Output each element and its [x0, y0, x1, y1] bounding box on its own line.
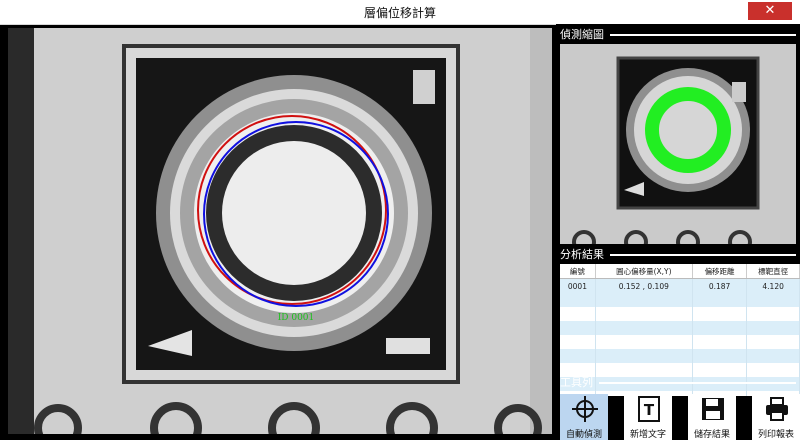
- table-row[interactable]: 0001 0.152 , 0.109 0.187 4.120: [560, 278, 800, 293]
- column-header-offset: 圓心偏移量(X,Y): [595, 264, 693, 279]
- thumbnail-section-header: 偵測縮圖: [560, 28, 796, 42]
- inspection-image: ID 0001: [8, 28, 552, 434]
- add-text-label: 新增文字: [629, 430, 666, 440]
- side-panel: 偵測縮圖 分析結果 編號 圓心偏移量(X,Y) 偏移距離 標靶直徑 0001 0…: [556, 24, 800, 440]
- column-header-diameter: 標靶直徑: [746, 264, 800, 279]
- toolbar-section-header: 工具列: [560, 376, 796, 390]
- table-row-empty: [560, 321, 800, 335]
- table-row-empty: [560, 335, 800, 349]
- toolbar-header-label: 工具列: [560, 376, 593, 389]
- cell-distance: 0.187: [692, 278, 748, 293]
- column-header-id: 編號: [560, 264, 596, 279]
- table-row-empty: [560, 363, 800, 377]
- auto-detect-button[interactable]: 自動偵測: [560, 394, 608, 440]
- cell-diameter: 4.120: [746, 278, 800, 293]
- detection-thumbnail: [560, 44, 796, 244]
- table-row-empty: [560, 307, 800, 321]
- printer-icon: [766, 397, 788, 421]
- print-report-button[interactable]: 列印報表: [752, 394, 800, 440]
- cell-offset: 0.152 , 0.109: [595, 278, 693, 293]
- results-header-label: 分析結果: [560, 248, 604, 261]
- auto-detect-label: 自動偵測: [565, 430, 602, 440]
- table-row-empty: [560, 293, 800, 307]
- window-title: 層偏位移計算: [363, 6, 436, 20]
- table-row-empty: [560, 349, 800, 363]
- thumbnail-header-label: 偵測縮圖: [560, 28, 604, 41]
- save-results-label: 儲存結果: [693, 430, 730, 440]
- save-results-button[interactable]: 儲存結果: [688, 394, 736, 440]
- column-header-distance: 偏移距離: [692, 264, 748, 279]
- title-bar: 層偏位移計算 ✕: [0, 0, 800, 25]
- inspection-image-view[interactable]: ID 0001: [8, 28, 552, 434]
- floppy-disk-icon: [702, 398, 724, 420]
- add-text-button[interactable]: T 新增文字: [624, 394, 672, 440]
- target-id-label: ID 0001: [278, 313, 315, 323]
- print-report-label: 列印報表: [757, 430, 794, 440]
- thumbnail-image: [560, 44, 796, 244]
- text-document-icon: T: [638, 396, 660, 422]
- crosshair-icon: [572, 396, 598, 422]
- svg-text:T: T: [644, 401, 655, 419]
- close-button[interactable]: ✕: [748, 2, 792, 20]
- results-section-header: 分析結果: [560, 248, 796, 262]
- cell-id: 0001: [560, 278, 596, 293]
- toolbar: 自動偵測 T 新增文字 儲存結果 列印報表: [560, 390, 800, 440]
